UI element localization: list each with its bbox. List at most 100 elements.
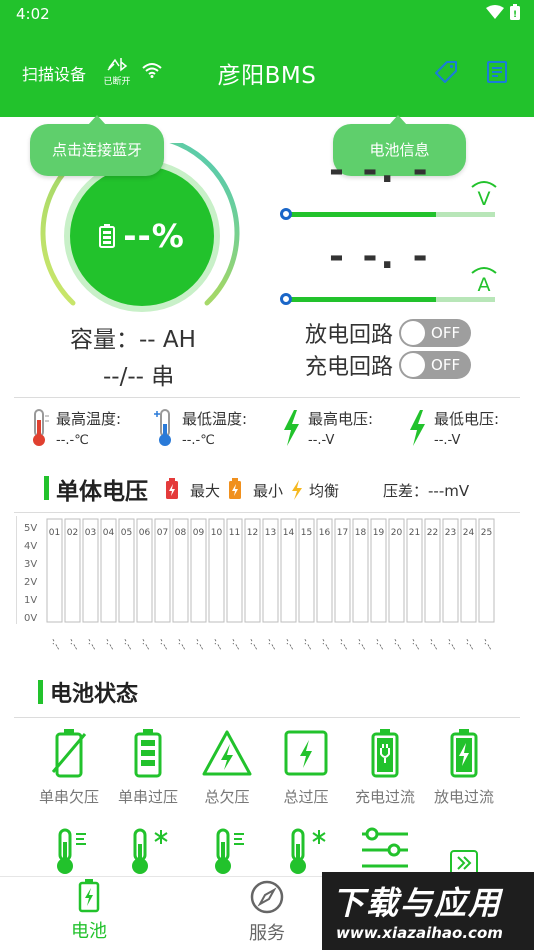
cell-voltage-title: 单体电压 — [56, 479, 148, 505]
cell-value-13: -.-- — [264, 637, 279, 653]
battery-max-icon — [166, 478, 178, 499]
cell-voltage-chart: 5V 4V 3V 2V 1V 0V 01 -.-- 02 -.-- 03 -.-- 04 -.-- 05 -.… — [16, 516, 495, 653]
cell-value-03: -.-- — [84, 637, 99, 653]
thermometer-discharge-snow-icon — [290, 828, 326, 874]
cell-label-23: 23 — [445, 528, 456, 538]
max-voltage-value: --.-V — [308, 433, 335, 448]
y-tick-label: 2V — [24, 577, 37, 588]
watermark: 下载与应用 www.xiazaihao.com — [322, 872, 534, 950]
current-icon: A — [471, 267, 497, 294]
cell-value-22: -.-- — [426, 637, 441, 653]
voltage-readout: - -. - — [329, 150, 431, 191]
watermark-url: www.xiazaihao.com — [336, 924, 503, 942]
discharge-toggle[interactable]: OFF — [399, 319, 472, 347]
discharge-circuit-row: 放电回路 OFF — [305, 317, 472, 349]
cell-label-16: 16 — [319, 528, 331, 538]
thermometer-discharge-high-icon — [215, 828, 244, 874]
svg-text:!: ! — [513, 10, 517, 20]
battery-icon — [99, 224, 116, 248]
cell-value-04: -.-- — [102, 637, 117, 653]
battery-min-icon — [229, 478, 241, 499]
discharge-toggle-knob — [401, 321, 426, 345]
discharge-overcurrent-status: 放电过流 — [426, 728, 502, 807]
cell-value-14: -.-- — [282, 637, 297, 653]
cell-value-21: -.-- — [408, 637, 423, 653]
cell-label-03: 03 — [85, 528, 96, 538]
cell-label-04: 04 — [103, 528, 115, 538]
cell-value-16: -.-- — [318, 637, 333, 653]
min-temperature-value: --.-℃ — [182, 433, 215, 448]
document-icon[interactable] — [486, 60, 508, 84]
total-overvoltage-status: 总过压 — [268, 728, 344, 807]
cell-label-17: 17 — [337, 528, 348, 538]
section-accent-bar — [38, 680, 43, 704]
series-count: --/-- 串 — [103, 364, 175, 390]
max-temperature-label: 最高温度: — [56, 410, 122, 428]
cell-label-05: 05 — [121, 528, 132, 538]
max-voltage: 最高电压: --.-V — [280, 406, 406, 454]
discharge-overcurrent-label: 放电过流 — [433, 788, 494, 806]
charge-toggle[interactable]: OFF — [399, 351, 472, 379]
divider — [14, 512, 520, 513]
divider — [14, 717, 520, 718]
cell-value-18: -.-- — [354, 637, 369, 653]
nav-service-tab[interactable]: 服务 — [227, 879, 307, 945]
bolt-up-icon — [284, 410, 299, 446]
cell-label-18: 18 — [355, 528, 367, 538]
cell-overvoltage-status: 单串过压 — [110, 728, 186, 807]
cell-value-08: -.-- — [174, 637, 189, 653]
legend-max: 最大 — [190, 482, 221, 500]
voltage-slider[interactable] — [280, 208, 495, 220]
cell-value-02: -.-- — [66, 637, 81, 653]
battery-full-icon — [134, 729, 162, 778]
cell-value-19: -.-- — [372, 637, 387, 653]
current-slider[interactable] — [280, 293, 495, 305]
connect-bluetooth-tooltip[interactable]: 点击连接蓝牙 — [30, 115, 164, 176]
sliders-icon — [362, 827, 408, 868]
cell-value-10: -.-- — [210, 637, 225, 653]
y-tick-label: 1V — [24, 595, 37, 606]
nav-battery-tab[interactable]: 电池 — [49, 879, 129, 943]
status-icons: ! — [486, 4, 520, 20]
battery-bolt-icon — [450, 729, 478, 778]
min-voltage: 最低电压: --.-V — [406, 406, 532, 454]
thermometer-hot-icon — [33, 409, 49, 446]
battery-plug-icon — [371, 729, 399, 778]
current-slider-knob[interactable] — [280, 293, 292, 305]
cell-label-13: 13 — [265, 528, 276, 538]
cell-label-15: 15 — [301, 528, 312, 538]
battery-status-icon: ! — [510, 4, 520, 20]
voltage-slider-knob[interactable] — [280, 208, 292, 220]
y-tick-label: 4V — [24, 541, 37, 552]
capacity-text: 容量：-- AH — [70, 327, 196, 353]
total-undervoltage-status: 总欠压 — [189, 728, 265, 807]
y-tick-label: 3V — [24, 559, 37, 570]
cell-undervoltage-status: 单串欠压 — [31, 728, 107, 807]
cell-label-22: 22 — [427, 528, 438, 538]
min-temperature-label: 最低温度: — [182, 410, 248, 428]
cell-label-25: 25 — [481, 528, 492, 538]
cell-label-11: 11 — [229, 528, 240, 538]
thermometer-high-icon — [57, 828, 86, 874]
max-temperature-value: --.-℃ — [56, 433, 89, 448]
min-voltage-label: 最低电压: — [434, 410, 500, 428]
cell-overvoltage-label: 单串过压 — [117, 788, 178, 806]
tag-icon[interactable] — [433, 59, 459, 85]
voltage-icon: V — [471, 181, 497, 208]
charge-circuit-label: 充电回路 — [305, 355, 394, 380]
thermometer-cold-icon — [154, 409, 171, 446]
cell-undervoltage-label: 单串欠压 — [38, 788, 99, 806]
total-undervoltage-label: 总欠压 — [204, 788, 250, 806]
cell-label-02: 02 — [67, 528, 78, 538]
battery-status-title: 电池状态 — [50, 682, 139, 707]
thermometer-snow-icon — [132, 828, 168, 874]
current-slider-fill — [286, 297, 436, 302]
legend-min: 最小 — [253, 482, 284, 500]
max-temperature: 最高温度: --.-℃ — [28, 406, 154, 454]
cell-value-24: -.-- — [462, 637, 477, 653]
cell-label-09: 09 — [193, 528, 205, 538]
cell-label-21: 21 — [409, 528, 420, 538]
legend-balance: 均衡 — [309, 482, 340, 500]
square-bolt-icon — [284, 730, 328, 776]
svg-text:A: A — [478, 274, 491, 294]
